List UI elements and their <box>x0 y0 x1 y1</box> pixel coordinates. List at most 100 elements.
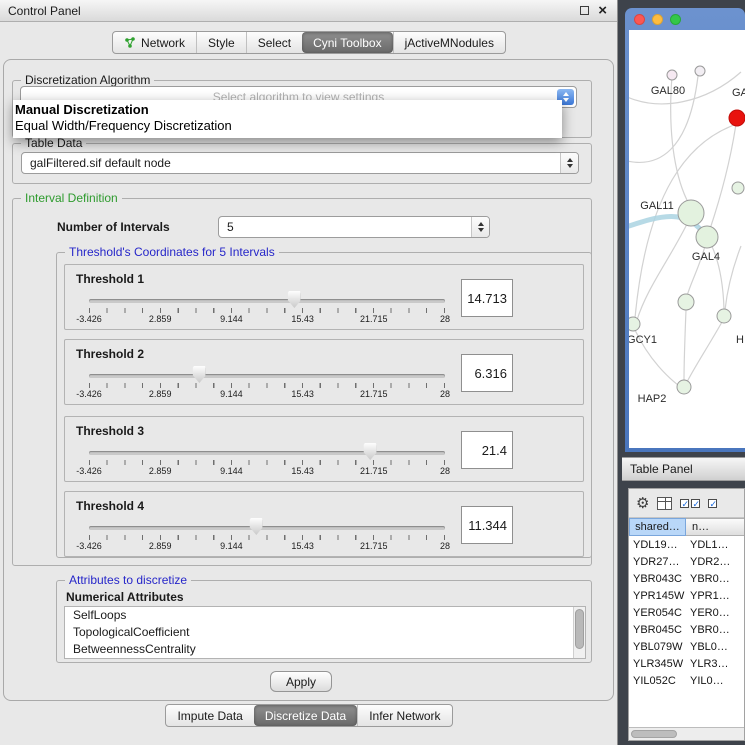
tab-discretize-data[interactable]: Discretize Data <box>254 705 357 726</box>
zoom-traffic-light-icon[interactable] <box>670 14 681 25</box>
threshold-slider[interactable]: -3.426 2.859 9.144 15.43 21.715 28 <box>89 520 445 554</box>
tab-jactivemodules[interactable]: jActiveMNodules <box>393 32 505 53</box>
network-view-window[interactable]: GAL80 GA GAL11 GAL4 GCY1 HAP2 H <box>625 8 745 452</box>
node-gal11[interactable] <box>678 200 704 226</box>
tab-style[interactable]: Style <box>196 32 246 53</box>
scale-label: 28 <box>440 541 450 551</box>
column-header-shared-name[interactable]: shared… <box>629 518 686 536</box>
column-header-name[interactable]: n… <box>686 518 744 536</box>
table-row[interactable]: YIL052CYIL0… <box>629 672 744 689</box>
tab-cyni-toolbox[interactable]: Cyni Toolbox <box>302 32 392 53</box>
node[interactable] <box>717 309 731 323</box>
checkbox-icon[interactable]: ✓ <box>691 499 700 508</box>
slider-thumb[interactable] <box>288 291 301 308</box>
slider-scale: -3.426 2.859 9.144 15.43 21.715 28 <box>89 389 445 400</box>
combobox-arrows-icon[interactable] <box>560 153 578 173</box>
table-data-combobox[interactable]: galFiltered.sif default node <box>21 152 579 174</box>
dropdown-option-equal-width[interactable]: Equal Width/Frequency Discretization <box>15 118 562 134</box>
tab-infer-network-label: Infer Network <box>369 709 440 723</box>
table-header-row: shared… n… <box>629 518 744 536</box>
threshold-value-field[interactable]: 11.344 <box>461 506 513 544</box>
columns-icon[interactable] <box>657 497 672 510</box>
node-hap2[interactable] <box>677 380 691 394</box>
threshold-value-field[interactable]: 6.316 <box>461 354 513 392</box>
scale-label: 2.859 <box>149 466 172 476</box>
scale-label: -3.426 <box>76 314 102 324</box>
tab-select[interactable]: Select <box>246 32 302 53</box>
numerical-attributes-list[interactable]: SelfLoops TopologicalCoefficient Between… <box>64 606 586 659</box>
node[interactable] <box>678 294 694 310</box>
threshold-slider[interactable]: -3.426 2.859 9.144 15.43 21.715 28 <box>89 368 445 402</box>
threshold-slider[interactable]: -3.426 2.859 9.144 15.43 21.715 28 <box>89 445 445 479</box>
scale-label: 15.43 <box>291 541 314 551</box>
node[interactable] <box>732 182 744 194</box>
table-panel-header[interactable]: Table Panel <box>622 457 745 481</box>
algorithm-dropdown-popup: Manual Discretization Equal Width/Freque… <box>13 100 562 138</box>
scale-label: 21.715 <box>360 314 388 324</box>
node[interactable] <box>695 66 705 76</box>
horizontal-scrollbar[interactable] <box>629 727 744 740</box>
table-row[interactable]: YLR345WYLR3… <box>629 655 744 672</box>
list-scrollbar[interactable] <box>573 607 585 658</box>
tab-impute-data[interactable]: Impute Data <box>166 705 253 726</box>
slider-thumb[interactable] <box>364 443 377 460</box>
table-data-value: galFiltered.sif default node <box>30 156 171 170</box>
threshold-slider[interactable]: -3.426 2.859 9.144 15.43 21.715 28 <box>89 293 445 327</box>
table-panel-title: Table Panel <box>630 462 693 476</box>
selected-node[interactable] <box>729 110 745 126</box>
slider-track[interactable] <box>89 526 445 530</box>
scrollbar-thumb[interactable] <box>631 730 677 738</box>
table-rows: YDL19…YDL1… YDR27…YDR2… YBR043CYBR0… YPR… <box>629 536 744 727</box>
dropdown-option-manual[interactable]: Manual Discretization <box>15 102 562 118</box>
combobox-arrows-icon[interactable] <box>471 217 489 237</box>
tab-network[interactable]: Network <box>113 32 196 53</box>
close-icon[interactable]: × <box>598 5 607 16</box>
gear-icon[interactable]: ⚙ <box>636 496 649 511</box>
node-label: H <box>736 334 744 346</box>
close-traffic-light-icon[interactable] <box>634 14 645 25</box>
network-canvas[interactable]: GAL80 GA GAL11 GAL4 GCY1 HAP2 H <box>629 30 745 448</box>
minimize-traffic-light-icon[interactable] <box>652 14 663 25</box>
tab-infer-network[interactable]: Infer Network <box>357 705 451 726</box>
threshold-value-field[interactable]: 21.4 <box>461 431 513 469</box>
threshold-value-field[interactable]: 14.713 <box>461 279 513 317</box>
algorithm-group-title: Discretization Algorithm <box>21 73 154 87</box>
scale-label: 15.43 <box>291 466 314 476</box>
table-row[interactable]: YBR045CYBR0… <box>629 621 744 638</box>
slider-track[interactable] <box>89 451 445 455</box>
threshold-panel-3: Threshold 3 21.4 -3.426 2.859 9.144 15.4… <box>64 416 584 482</box>
tab-network-label: Network <box>141 36 185 50</box>
scale-label: -3.426 <box>76 466 102 476</box>
table-row[interactable]: YBR043CYBR0… <box>629 570 744 587</box>
apply-button[interactable]: Apply <box>270 671 332 692</box>
slider-track[interactable] <box>89 374 445 378</box>
float-window-icon[interactable] <box>580 6 589 15</box>
scale-label: 9.144 <box>220 389 243 399</box>
node-gal4[interactable] <box>696 226 718 248</box>
node[interactable] <box>667 70 677 80</box>
node-gcy1[interactable] <box>629 317 640 331</box>
slider-track[interactable] <box>89 299 445 303</box>
list-item[interactable]: TopologicalCoefficient <box>65 624 585 641</box>
slider-thumb[interactable] <box>193 366 206 383</box>
list-item[interactable]: SelfLoops <box>65 607 585 624</box>
scale-label: 21.715 <box>360 541 388 551</box>
table-row[interactable]: YPR145WYPR1… <box>629 587 744 604</box>
tab-select-label: Select <box>258 36 291 50</box>
node-label: GAL4 <box>692 251 720 263</box>
scrollbar-thumb[interactable] <box>575 609 584 649</box>
table-row[interactable]: YBL079WYBL0… <box>629 638 744 655</box>
table-row[interactable]: YDR27…YDR2… <box>629 553 744 570</box>
scale-label: 2.859 <box>149 389 172 399</box>
checkbox-icon[interactable]: ✓ <box>680 499 689 508</box>
table-row[interactable]: YDL19…YDL1… <box>629 536 744 553</box>
tab-jactivemodules-label: jActiveMNodules <box>405 36 494 50</box>
checkbox-icon[interactable]: ✓ <box>708 499 717 508</box>
slider-thumb[interactable] <box>250 518 263 535</box>
table-data-group-title: Table Data <box>21 136 86 150</box>
list-item[interactable]: BetweennessCentrality <box>65 641 585 658</box>
number-of-intervals-combobox[interactable]: 5 <box>218 216 490 238</box>
node-label: HAP2 <box>638 393 667 405</box>
table-row[interactable]: YER054CYER0… <box>629 604 744 621</box>
node-label: GAL11 <box>640 200 673 212</box>
